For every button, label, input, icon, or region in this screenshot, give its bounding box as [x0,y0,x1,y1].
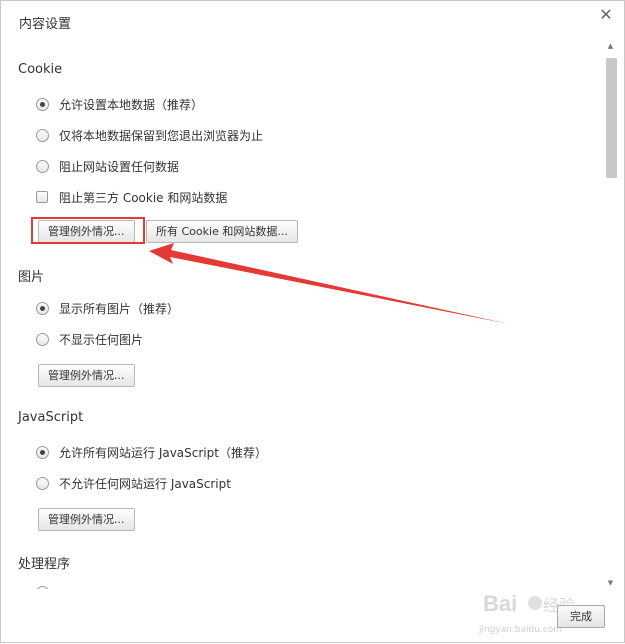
annotation-arrow-shape [149,243,509,324]
done-button[interactable]: 完成 [557,605,605,628]
annotation-arrow [149,243,509,324]
content-settings-dialog: 内容设置 ✕ Cookie 允许设置本地数据（推荐） 仅将本地数据保留到您退出浏… [0,0,625,643]
watermark-url: jingyan.baidu.com [479,625,563,635]
svg-text:Bai: Bai [483,591,517,616]
